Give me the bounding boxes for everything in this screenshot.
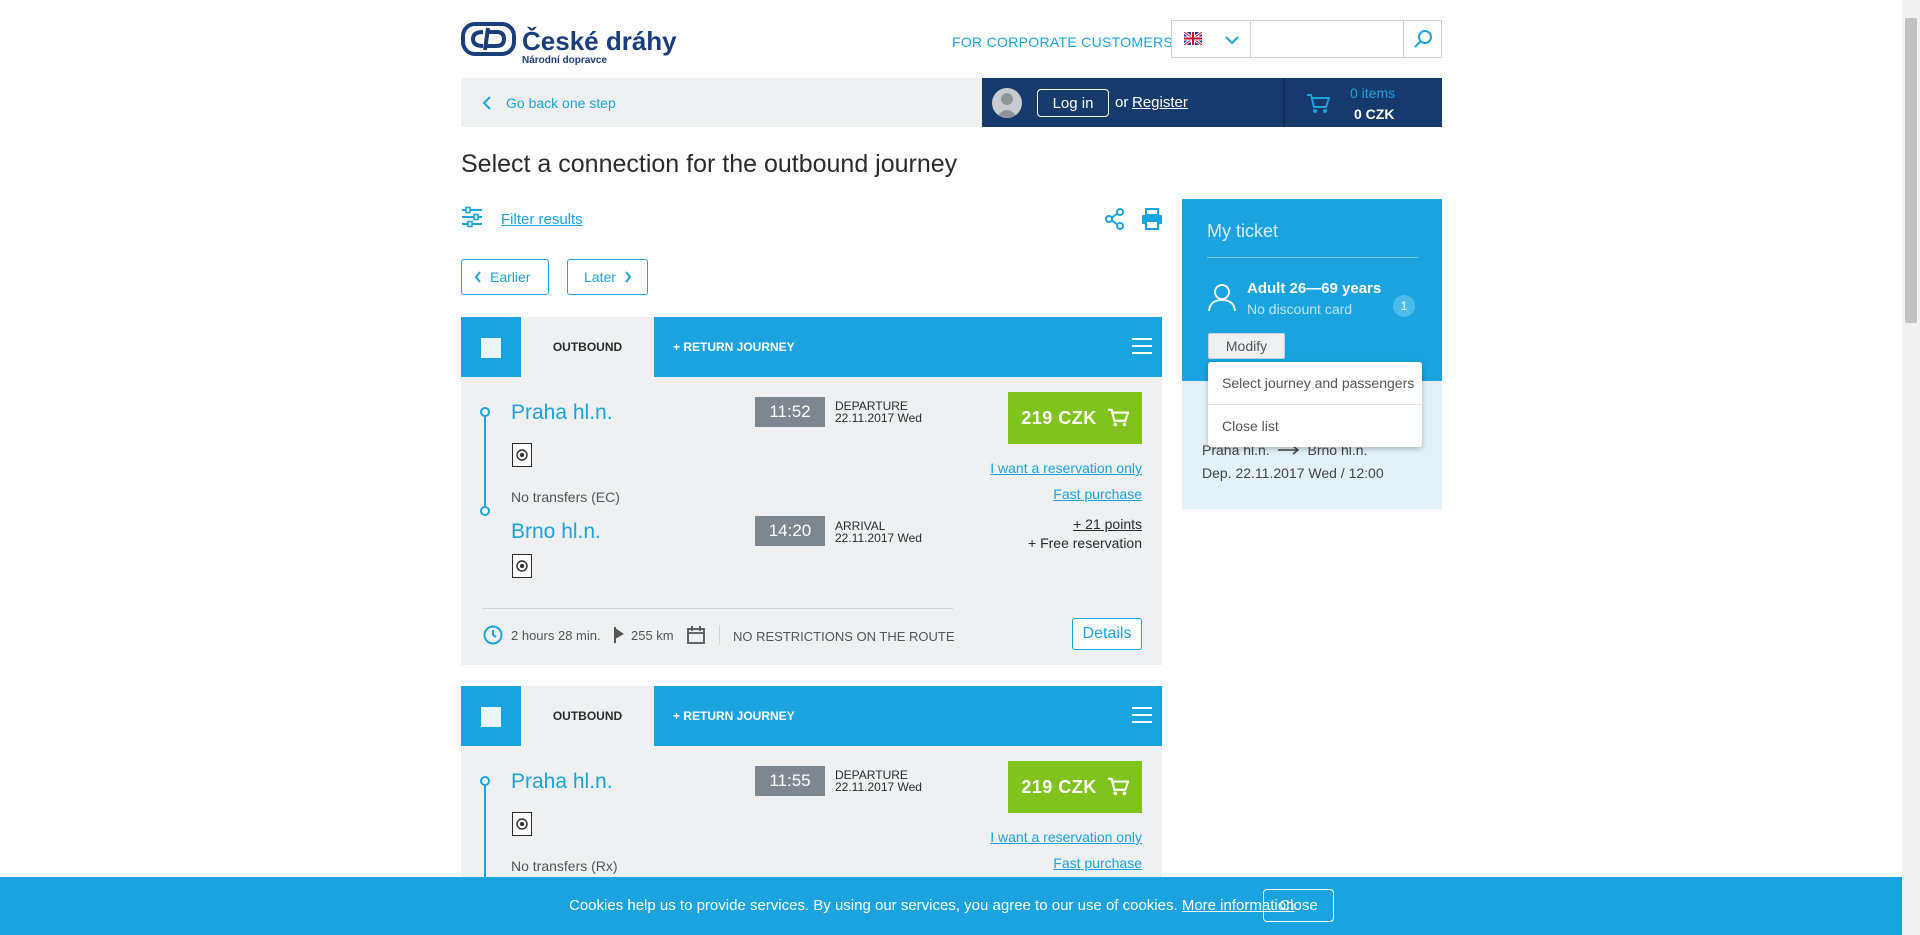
- route-timeline-icon: [480, 776, 490, 877]
- modify-button[interactable]: Modify: [1208, 333, 1285, 359]
- distance-flag-icon: [614, 627, 624, 643]
- transfers-info: No transfers (Rx): [511, 858, 618, 874]
- tab-outbound[interactable]: OUTBOUND: [521, 317, 654, 377]
- calendar-icon[interactable]: [686, 625, 706, 645]
- cookie-close-button[interactable]: Close: [1263, 889, 1334, 922]
- cart-divider: [1283, 78, 1285, 127]
- connection-tabbar: OUTBOUND + RETURN JOURNEY: [461, 686, 1162, 746]
- discount-card: No discount card: [1247, 301, 1353, 317]
- chevron-right-icon: [625, 271, 632, 283]
- search-icon: [1413, 30, 1432, 48]
- route-restrictions: NO RESTRICTIONS ON THE ROUTE: [733, 629, 955, 644]
- brand-name[interactable]: České dráhy: [522, 26, 677, 57]
- cart-icon: [1107, 777, 1129, 796]
- share-icon[interactable]: [1105, 208, 1125, 235]
- station-info-icon[interactable]: [512, 443, 532, 467]
- print-icon[interactable]: [1141, 208, 1163, 235]
- departure-time: 11:55: [755, 766, 825, 796]
- hamburger-menu-icon[interactable]: [1132, 706, 1152, 729]
- earlier-label: Earlier: [490, 269, 531, 285]
- buy-price-button[interactable]: 219 CZK: [1008, 761, 1142, 813]
- register-link[interactable]: Register: [1132, 94, 1188, 111]
- departure-station[interactable]: Praha hl.n.: [511, 770, 613, 794]
- departure-station[interactable]: Praha hl.n.: [511, 401, 613, 425]
- tab-return-journey[interactable]: + RETURN JOURNEY: [673, 317, 795, 377]
- or-text: or: [1115, 94, 1129, 111]
- cart-total: 0 CZK: [1354, 106, 1395, 122]
- passenger-icon: [1208, 284, 1236, 312]
- passenger-type: Adult 26—69 years: [1247, 280, 1382, 297]
- connection-card: Praha hl.n. No transfers (Rx) 11:55 DEPA…: [461, 746, 1162, 877]
- avatar-icon: [992, 88, 1022, 118]
- price-label: 219 CZK: [1021, 407, 1097, 428]
- departure-date: 22.11.2017 Wed: [835, 780, 922, 794]
- price-label: 219 CZK: [1021, 776, 1097, 797]
- arrival-date: 22.11.2017 Wed: [835, 531, 922, 545]
- clock-icon: [483, 625, 503, 645]
- cd-logo-icon[interactable]: [461, 20, 516, 58]
- go-back-link[interactable]: Go back one step: [506, 95, 616, 111]
- search-button[interactable]: [1403, 20, 1442, 58]
- chevron-down-icon: [1224, 33, 1240, 52]
- transfers-info: No transfers (EC): [511, 489, 620, 505]
- connection-tabbar: OUTBOUND + RETURN JOURNEY: [461, 317, 1162, 377]
- dropdown-item-close-list[interactable]: Close list: [1222, 418, 1279, 434]
- fast-purchase-link[interactable]: Fast purchase: [1053, 855, 1142, 871]
- tab-return-journey[interactable]: + RETURN JOURNEY: [673, 686, 795, 746]
- chevron-left-icon: [474, 271, 481, 283]
- reservation-only-link[interactable]: I want a reservation only: [990, 829, 1142, 845]
- separator: [719, 625, 720, 645]
- station-info-icon[interactable]: [512, 554, 532, 578]
- uk-flag-icon: [1183, 30, 1203, 50]
- later-label: Later: [584, 269, 616, 285]
- cart-icon[interactable]: [1306, 93, 1331, 120]
- page-title: Select a connection for the outbound jou…: [461, 150, 958, 178]
- cart-item-count[interactable]: 0 items: [1350, 85, 1395, 101]
- divider: [483, 608, 953, 609]
- brand-subtitle: Národní dopravce: [522, 55, 608, 66]
- corporate-customers-link[interactable]: FOR CORPORATE CUSTOMERS: [952, 34, 1173, 50]
- modify-dropdown: Select journey and passengers Close list: [1208, 362, 1422, 447]
- chevron-left-icon[interactable]: [482, 96, 492, 115]
- select-checkbox[interactable]: [481, 707, 501, 727]
- fast-purchase-link[interactable]: Fast purchase: [1053, 486, 1142, 502]
- cookie-message: Cookies help us to provide services. By …: [569, 897, 1299, 914]
- cart-icon: [1107, 408, 1129, 427]
- route-timeline-icon: [480, 407, 490, 516]
- hamburger-menu-icon[interactable]: [1132, 337, 1152, 360]
- details-button[interactable]: Details: [1072, 618, 1142, 650]
- search-input[interactable]: [1250, 20, 1404, 58]
- buy-price-button[interactable]: 219 CZK: [1008, 392, 1142, 444]
- arrival-station[interactable]: Brno hl.n.: [511, 520, 601, 544]
- reservation-only-link[interactable]: I want a reservation only: [990, 460, 1142, 476]
- cookie-bar: Cookies help us to provide services. By …: [0, 877, 1920, 935]
- ticket-title: My ticket: [1207, 221, 1279, 241]
- cookie-text: Cookies help us to provide services. By …: [569, 897, 1178, 914]
- free-reservation-note: + Free reservation: [1028, 535, 1142, 551]
- filter-results-link[interactable]: Filter results: [501, 211, 583, 228]
- departure-date: 22.11.2017 Wed: [835, 411, 922, 425]
- distance: 255 km: [631, 628, 674, 643]
- my-ticket-header: My ticket Adult 26—69 years No discount …: [1182, 199, 1442, 381]
- select-checkbox[interactable]: [481, 338, 501, 358]
- earlier-button[interactable]: Earlier: [461, 259, 549, 295]
- language-select[interactable]: [1171, 20, 1251, 58]
- duration: 2 hours 28 min.: [511, 628, 601, 643]
- tab-outbound[interactable]: OUTBOUND: [521, 686, 654, 746]
- dropdown-item-select-journey[interactable]: Select journey and passengers: [1222, 375, 1414, 391]
- connection-card: Praha hl.n. No transfers (EC) Brno hl.n.…: [461, 377, 1162, 665]
- login-button[interactable]: Log in: [1037, 89, 1109, 117]
- later-button[interactable]: Later: [567, 259, 648, 295]
- passenger-count-badge: 1: [1393, 295, 1415, 317]
- divider: [1207, 257, 1418, 258]
- route-departure: Dep. 22.11.2017 Wed / 12:00: [1202, 465, 1384, 481]
- station-info-icon[interactable]: [512, 812, 532, 836]
- scrollbar-thumb[interactable]: [1905, 18, 1917, 323]
- departure-time: 11:52: [755, 397, 825, 427]
- divider: [1208, 404, 1422, 405]
- filter-sliders-icon[interactable]: [461, 206, 483, 233]
- arrival-time: 14:20: [755, 516, 825, 546]
- points-link[interactable]: + 21 points: [1073, 516, 1142, 532]
